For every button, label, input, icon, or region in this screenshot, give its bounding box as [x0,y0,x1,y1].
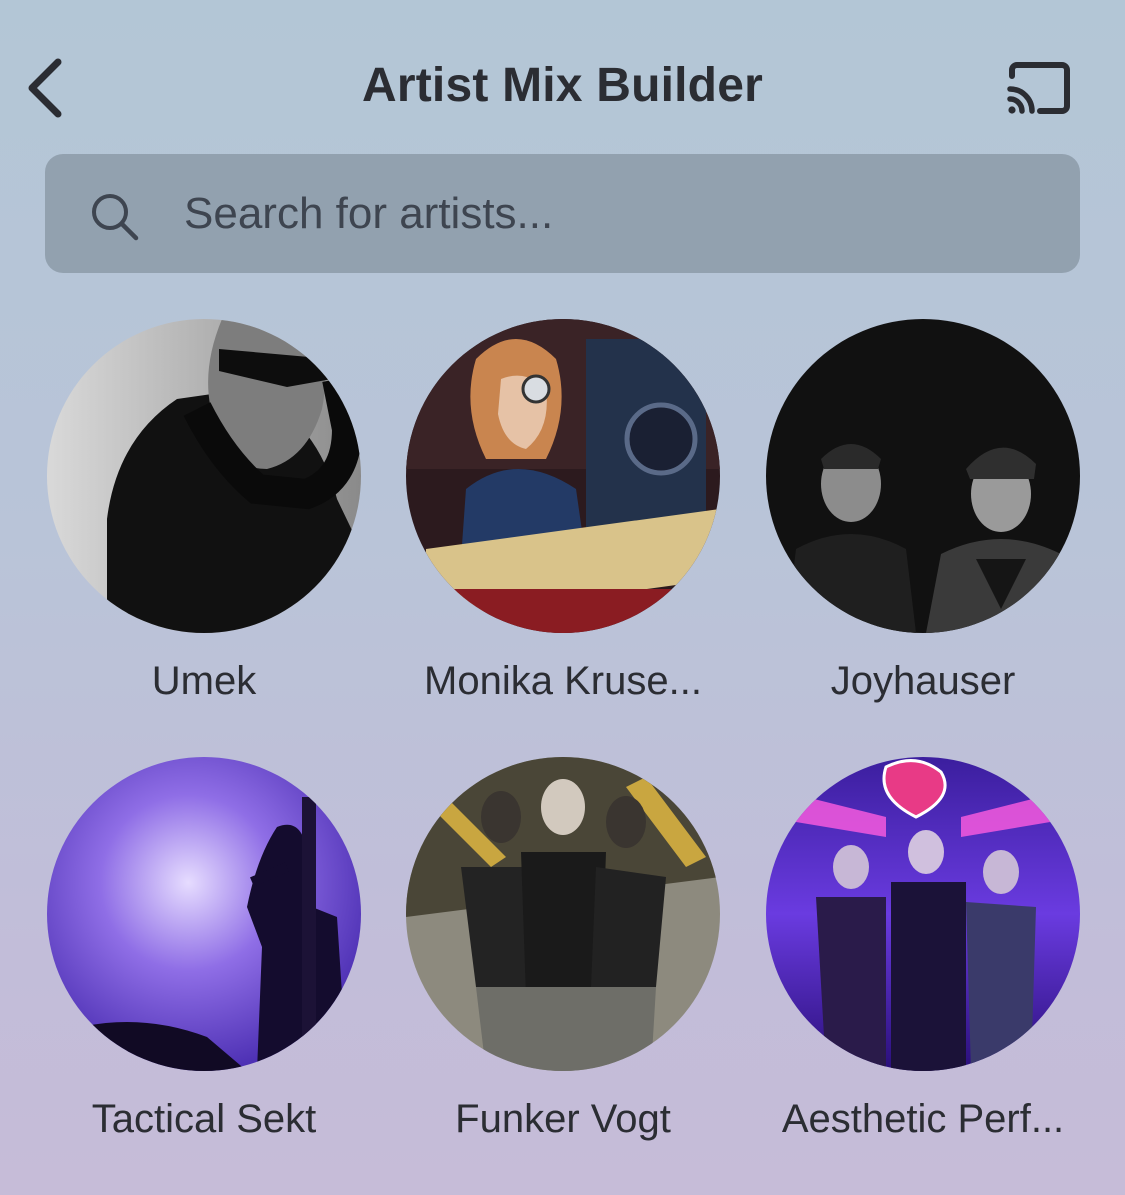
artist-name: Joyhauser [830,659,1016,703]
artist-card-joyhauser[interactable]: Joyhauser [743,319,1103,719]
artist-card-monika-kruse[interactable]: Monika Kruse... [383,319,743,719]
search-input[interactable] [184,180,1044,248]
artist-avatar [766,319,1080,633]
artist-avatar [766,757,1080,1071]
artist-avatar [47,757,361,1071]
page-title: Artist Mix Builder [362,59,763,112]
artist-card-umek[interactable]: Umek [24,319,384,719]
artist-name: Monika Kruse... [424,659,702,703]
artist-card-funker-vogt[interactable]: Funker Vogt [383,757,743,1157]
artist-name: Aesthetic Perf... [781,1097,1065,1141]
artist-avatar [406,757,720,1071]
artist-avatar [47,319,361,633]
top-bar: Artist Mix Builder [0,0,1125,150]
artist-name: Funker Vogt [455,1097,671,1141]
artist-card-tactical-sekt[interactable]: Tactical Sekt [24,757,384,1157]
search-icon [92,194,139,241]
artist-avatar [406,319,720,633]
artist-card-aesthetic-perfection[interactable]: Aesthetic Perf... [743,757,1103,1157]
artist-name: Umek [151,659,257,703]
artist-name: Tactical Sekt [91,1097,317,1141]
cast-button[interactable] [1000,56,1076,122]
cast-icon [1007,62,1070,114]
